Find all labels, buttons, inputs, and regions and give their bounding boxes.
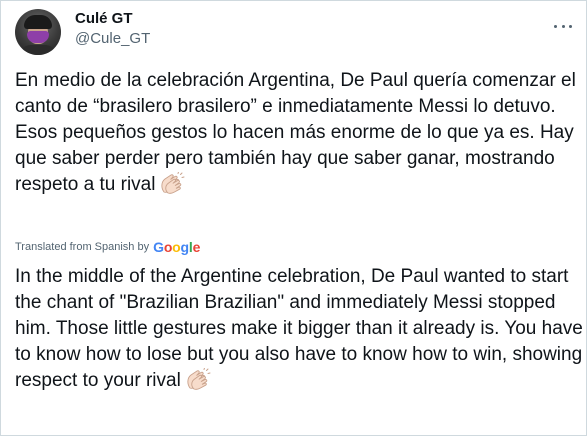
avatar-shirt xyxy=(19,45,57,55)
tweet-card: Culé GT @Cule_GT En medio de la celebrac… xyxy=(0,0,587,436)
clapping-hands-icon xyxy=(161,172,185,194)
google-letter: o xyxy=(172,239,181,255)
clapping-hands-icon xyxy=(187,368,211,390)
translated-text-body: In the middle of the Argentine celebrati… xyxy=(15,266,583,391)
avatar-mask xyxy=(27,31,49,43)
translated-label: Translated from Spanish by xyxy=(15,241,150,253)
google-logo: Google xyxy=(153,239,200,255)
translated-text: In the middle of the Argentine celebrati… xyxy=(15,264,583,394)
google-letter: e xyxy=(192,239,201,255)
google-letter: g xyxy=(180,239,190,255)
google-letter: o xyxy=(163,239,173,255)
translation-attribution[interactable]: Translated from Spanish by Google xyxy=(15,239,200,255)
tweet-text-body: En medio de la celebración Argentina, De… xyxy=(15,70,582,195)
google-letter: G xyxy=(153,239,164,255)
more-horizontal-icon[interactable] xyxy=(554,17,572,35)
avatar[interactable] xyxy=(15,9,61,55)
avatar-hair xyxy=(24,15,52,29)
tweet-text: En medio de la celebración Argentina, De… xyxy=(15,68,580,198)
display-name[interactable]: Culé GT xyxy=(75,10,133,27)
user-handle[interactable]: @Cule_GT xyxy=(75,30,150,47)
